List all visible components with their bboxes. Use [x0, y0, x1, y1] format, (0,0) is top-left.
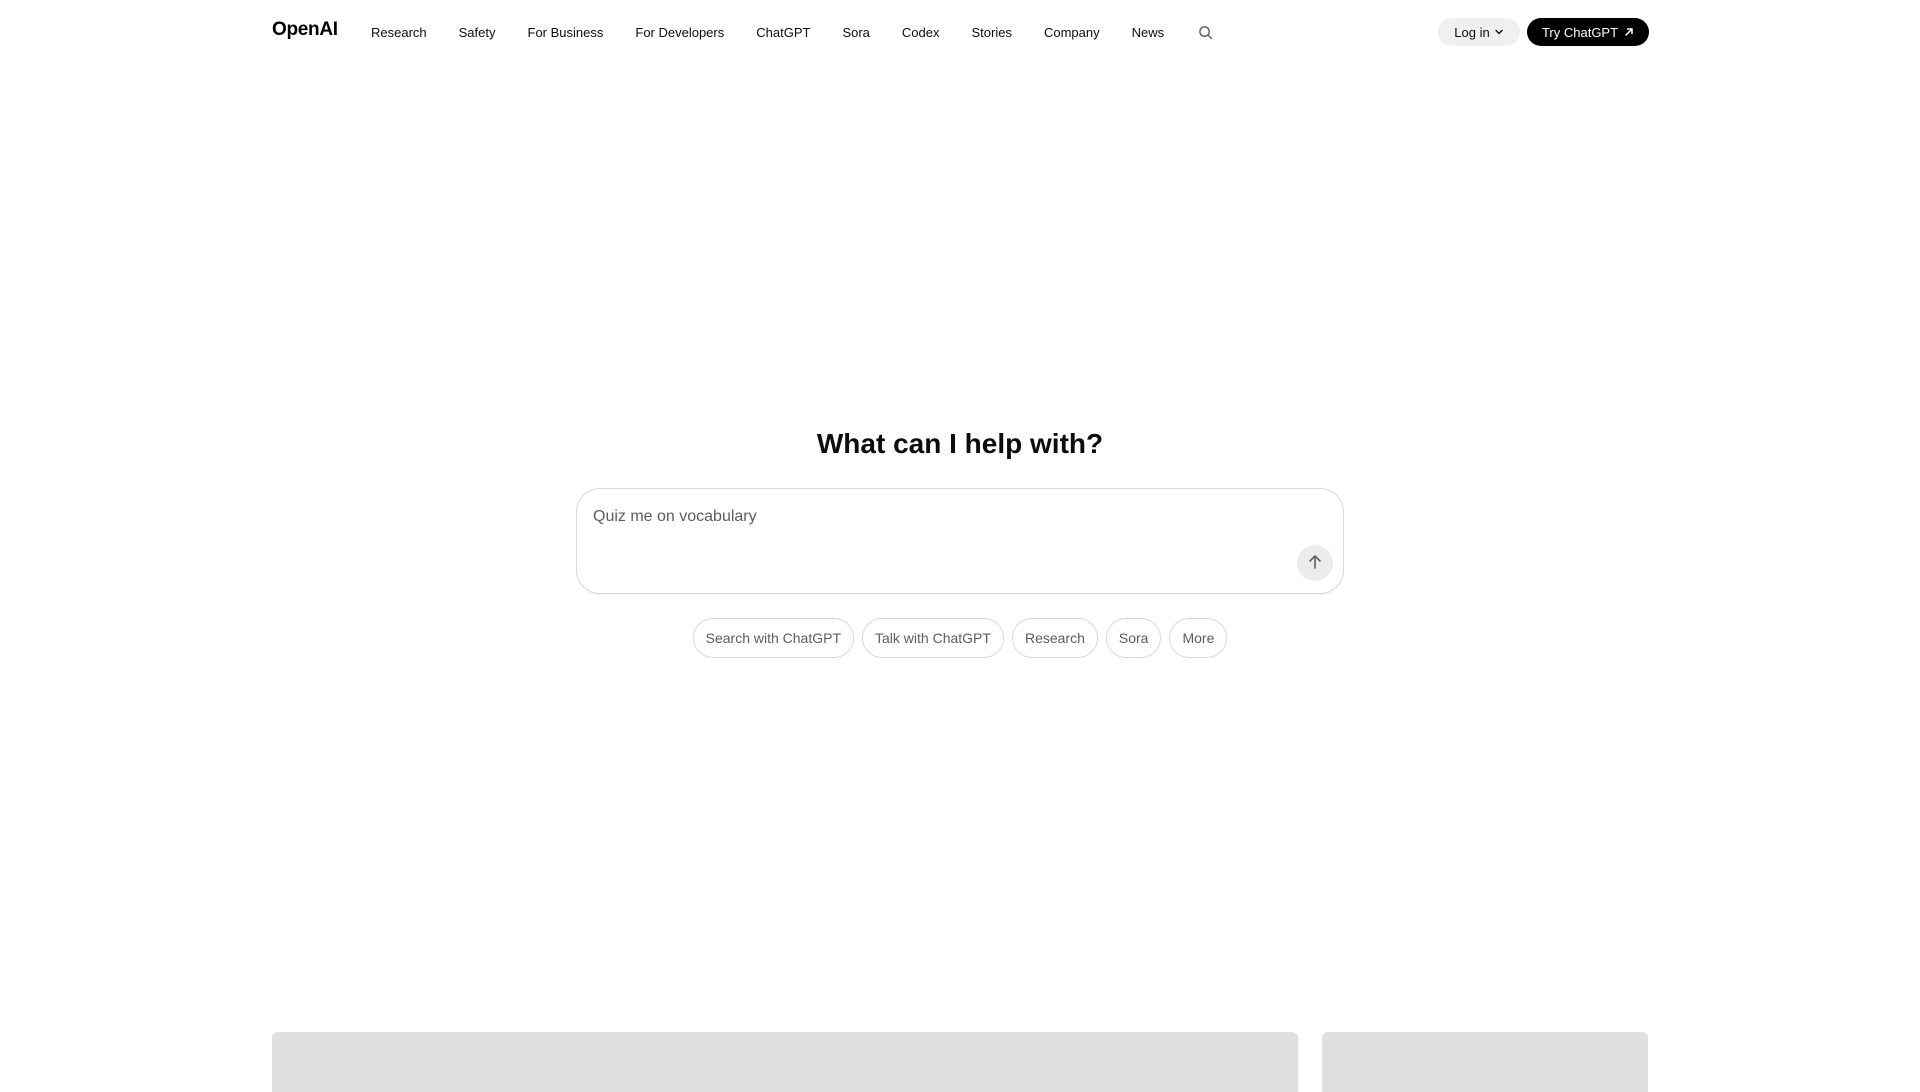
nav-item-research[interactable]: Research	[371, 25, 427, 40]
featured-card-small[interactable]	[1322, 1032, 1648, 1092]
arrow-up-right-icon	[1624, 25, 1634, 40]
chip-talk-with-chatgpt[interactable]: Talk with ChatGPT	[862, 618, 1004, 658]
try-chatgpt-button[interactable]: Try ChatGPT	[1527, 18, 1649, 46]
nav-item-for-business[interactable]: For Business	[528, 25, 604, 40]
chevron-down-icon	[1494, 25, 1504, 40]
prompt-composer[interactable]	[576, 488, 1344, 594]
send-button[interactable]	[1297, 545, 1333, 581]
login-label: Log in	[1454, 24, 1490, 40]
suggestion-chips: Search with ChatGPT Talk with ChatGPT Re…	[0, 618, 1920, 658]
site-header: OpenAI Research Safety For Business For …	[0, 0, 1920, 64]
nav-item-stories[interactable]: Stories	[971, 25, 1011, 40]
nav-item-codex[interactable]: Codex	[902, 25, 940, 40]
nav-item-company[interactable]: Company	[1044, 25, 1100, 40]
chip-research[interactable]: Research	[1011, 618, 1098, 658]
nav-item-safety[interactable]: Safety	[459, 25, 496, 40]
main-nav: Research Safety For Business For Develop…	[371, 0, 1214, 64]
search-icon[interactable]	[1196, 23, 1214, 41]
login-button[interactable]: Log in	[1438, 18, 1520, 46]
nav-item-news[interactable]: News	[1132, 25, 1165, 40]
try-chatgpt-label: Try ChatGPT	[1541, 24, 1619, 40]
nav-item-chatgpt[interactable]: ChatGPT	[756, 25, 810, 40]
chip-search-with-chatgpt[interactable]: Search with ChatGPT	[692, 618, 855, 658]
page-title: What can I help with?	[816, 428, 1104, 459]
chip-sora[interactable]: Sora	[1105, 618, 1162, 658]
prompt-input[interactable]	[593, 505, 1273, 529]
openai-logo[interactable]: OpenAI	[272, 19, 338, 41]
nav-item-for-developers[interactable]: For Developers	[635, 25, 724, 40]
nav-item-sora[interactable]: Sora	[842, 25, 869, 40]
chip-more[interactable]: More	[1169, 618, 1228, 658]
featured-card-large[interactable]	[272, 1032, 1298, 1092]
arrow-up-icon	[1308, 554, 1322, 573]
